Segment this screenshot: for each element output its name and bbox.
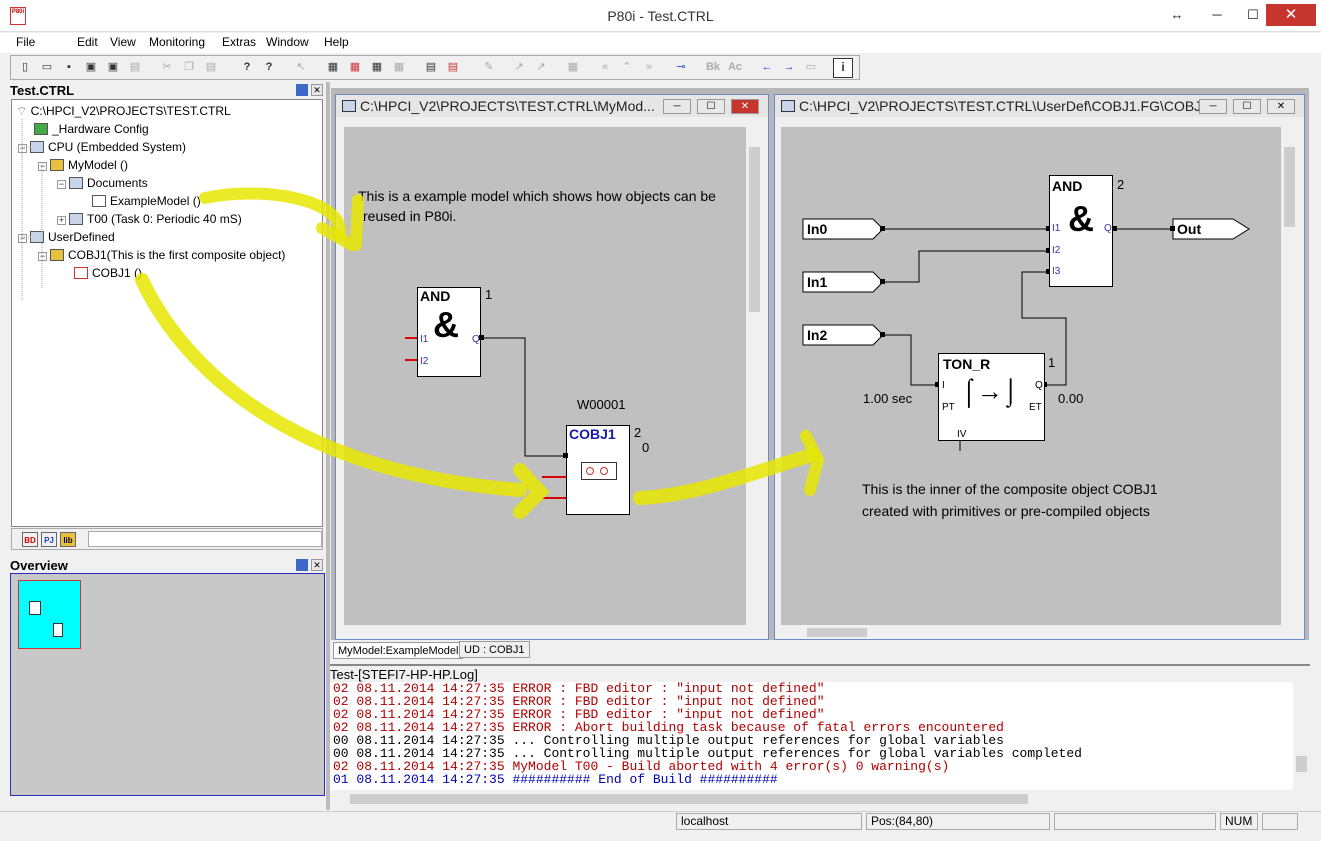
- mdi-area: C:\HPCI_V2\PROJECTS\TEST.CTRL\MyMod... ─…: [135, 88, 1309, 640]
- log-output: 02 08.11.2014 14:27:35 ERROR : FBD edito…: [330, 682, 1293, 790]
- log-title: Test-[STEFI7-HP-HP.Log]: [330, 664, 1310, 682]
- log-vscroll[interactable]: [1293, 682, 1309, 790]
- log-hscroll[interactable]: [330, 790, 1293, 808]
- status-empty: [1054, 813, 1216, 830]
- status-pos: Pos:(84,80): [866, 813, 1050, 830]
- log-line: 01 08.11.2014 14:27:35 ########## End of…: [333, 772, 778, 787]
- status-bar: localhost Pos:(84,80) NUM: [0, 811, 1321, 831]
- status-empty2: [1262, 813, 1298, 830]
- tab-ud-cobj1[interactable]: UD : COBJ1: [459, 641, 530, 658]
- status-host: localhost: [676, 813, 862, 830]
- tab-mymodel[interactable]: MyModel:ExampleModel: [333, 642, 464, 659]
- status-num: NUM: [1220, 813, 1258, 830]
- document-tabs: MyModel:ExampleModel UD : COBJ1: [331, 640, 1309, 660]
